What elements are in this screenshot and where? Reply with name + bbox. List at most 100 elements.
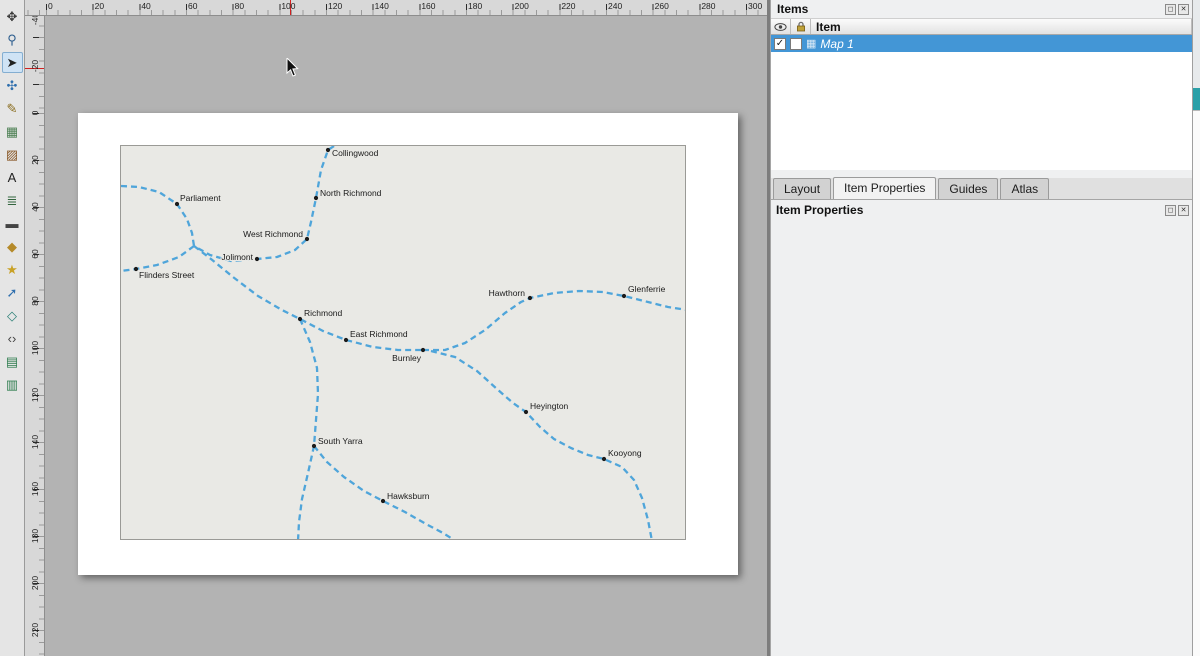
- properties-float-icon[interactable]: ◻: [1165, 205, 1176, 216]
- ruler-label: 200: [30, 575, 40, 591]
- lock-checkbox[interactable]: [790, 38, 802, 50]
- ruler-label: 40: [141, 1, 150, 11]
- visibility-checkbox[interactable]: ✓: [774, 38, 786, 50]
- add-node-shape-tool[interactable]: ◇: [2, 305, 23, 326]
- zoom-tool[interactable]: ⚲: [2, 29, 23, 50]
- visibility-column-header[interactable]: [771, 19, 791, 34]
- add-marker-tool[interactable]: ★: [2, 259, 23, 280]
- ruler-label: -20: [30, 58, 40, 74]
- ruler-label: 180: [468, 1, 482, 11]
- panel-splitter[interactable]: [767, 0, 770, 656]
- add-arrow-tool[interactable]: ➚: [2, 282, 23, 303]
- items-close-icon[interactable]: ✕: [1178, 4, 1189, 15]
- add-picture-tool[interactable]: ▨: [2, 144, 23, 165]
- vertical-ruler[interactable]: -40-20020406080100120140160180200220240: [25, 16, 45, 656]
- items-panel-header: Items ◻ ✕: [771, 0, 1192, 18]
- ruler-label: 200: [515, 1, 529, 11]
- map-item[interactable]: CollingwoodParliamentNorth RichmondWest …: [120, 145, 686, 540]
- station-label-north-richmond: North Richmond: [320, 188, 382, 198]
- add-label-tool[interactable]: A: [2, 167, 23, 188]
- station-richmond: [298, 317, 302, 321]
- layout-canvas[interactable]: CollingwoodParliamentNorth RichmondWest …: [45, 16, 767, 656]
- qgis-layout-window: ✥⚲➤✣✎▦▨A≣▬◆★➚◇‹›▤▥ 020406080100120140160…: [0, 0, 1200, 656]
- add-attribute-table-tool[interactable]: ▤: [2, 351, 23, 372]
- ruler-label: -40: [30, 16, 40, 27]
- station-label-kooyong: Kooyong: [608, 448, 642, 458]
- left-toolbar: ✥⚲➤✣✎▦▨A≣▬◆★➚◇‹›▤▥: [0, 0, 25, 656]
- rail-line-5: [423, 291, 686, 350]
- station-kooyong: [602, 457, 606, 461]
- rail-line-7: [298, 319, 318, 540]
- items-table-header: Item: [771, 18, 1192, 35]
- ruler-label: 0: [30, 105, 40, 121]
- items-float-icon[interactable]: ◻: [1165, 4, 1176, 15]
- add-fixed-table-tool[interactable]: ▥: [2, 374, 23, 395]
- rail-line-8: [314, 446, 451, 538]
- lock-column-header[interactable]: [791, 19, 811, 34]
- item-properties-header: Item Properties ◻ ✕: [771, 200, 1192, 220]
- station-south-yarra: [312, 444, 316, 448]
- item-properties-panel: Item Properties ◻ ✕: [771, 200, 1192, 656]
- item-properties-window-buttons: ◻ ✕: [1165, 205, 1189, 216]
- ruler-label: 180: [30, 528, 40, 544]
- select-move-item-tool[interactable]: ➤: [2, 52, 23, 73]
- map-svg: CollingwoodParliamentNorth RichmondWest …: [121, 146, 686, 540]
- tab-layout[interactable]: Layout: [773, 178, 831, 199]
- ruler-label: 160: [421, 1, 435, 11]
- station-hawksburn: [381, 499, 385, 503]
- ruler-label: 60: [188, 1, 197, 11]
- item-column-header[interactable]: Item: [811, 19, 1192, 34]
- ruler-label: 280: [701, 1, 715, 11]
- tab-guides[interactable]: Guides: [938, 178, 998, 199]
- strip-scrollbar[interactable]: [1193, 110, 1200, 656]
- station-label-heyington: Heyington: [530, 401, 569, 411]
- station-label-glenferrie: Glenferrie: [628, 284, 666, 294]
- add-scalebar-tool[interactable]: ▬: [2, 213, 23, 234]
- ruler-label: 140: [375, 1, 389, 11]
- rail-line-6: [431, 351, 652, 540]
- station-collingwood: [326, 148, 330, 152]
- ruler-label: 220: [561, 1, 575, 11]
- edit-nodes-item-tool[interactable]: ✎: [2, 98, 23, 119]
- tab-atlas[interactable]: Atlas: [1000, 178, 1049, 199]
- station-label-burnley: Burnley: [392, 353, 422, 363]
- add-shape-tool[interactable]: ◆: [2, 236, 23, 257]
- station-label-east-richmond: East Richmond: [350, 329, 408, 339]
- station-jolimont: [255, 257, 259, 261]
- station-label-south-yarra: South Yarra: [318, 436, 363, 446]
- right-dock: Items ◻ ✕: [770, 0, 1192, 656]
- add-html-tool[interactable]: ‹›: [2, 328, 23, 349]
- add-map-tool[interactable]: ▦: [2, 121, 23, 142]
- ruler-label: 100: [30, 340, 40, 356]
- station-label-hawthorn: Hawthorn: [489, 288, 526, 298]
- ruler-label: 120: [30, 387, 40, 403]
- ruler-label: 40: [30, 199, 40, 215]
- tab-item-properties[interactable]: Item Properties: [833, 177, 936, 199]
- map-item-icon: ▦: [806, 37, 816, 50]
- check-icon: ✓: [776, 39, 784, 49]
- ruler-label: 160: [30, 481, 40, 497]
- items-list[interactable]: ✓ ▦ Map 1: [771, 35, 1192, 170]
- station-west-richmond: [305, 237, 309, 241]
- ruler-label: 80: [235, 1, 244, 11]
- station-flinders-street: [134, 267, 138, 271]
- items-panel: Items ◻ ✕: [771, 0, 1192, 170]
- station-label-parliament: Parliament: [180, 193, 221, 203]
- ruler-label: 220: [30, 622, 40, 638]
- ruler-label: 20: [95, 1, 104, 11]
- horizontal-ruler[interactable]: 0204060801001201401601802002202402602803…: [25, 0, 767, 16]
- ruler-label: 60: [30, 246, 40, 262]
- pan-tool[interactable]: ✥: [2, 6, 23, 27]
- station-heyington: [524, 410, 528, 414]
- move-item-content-tool[interactable]: ✣: [2, 75, 23, 96]
- station-burnley: [421, 348, 425, 352]
- eye-icon: [774, 22, 787, 32]
- strip-accent: [1193, 88, 1200, 110]
- rail-line-2: [121, 246, 194, 271]
- layout-page[interactable]: CollingwoodParliamentNorth RichmondWest …: [78, 113, 738, 575]
- properties-close-icon[interactable]: ✕: [1178, 205, 1189, 216]
- item-row-map-1[interactable]: ✓ ▦ Map 1: [771, 35, 1192, 52]
- add-legend-tool[interactable]: ≣: [2, 190, 23, 211]
- station-label-hawksburn: Hawksburn: [387, 491, 430, 501]
- station-label-west-richmond: West Richmond: [243, 229, 303, 239]
